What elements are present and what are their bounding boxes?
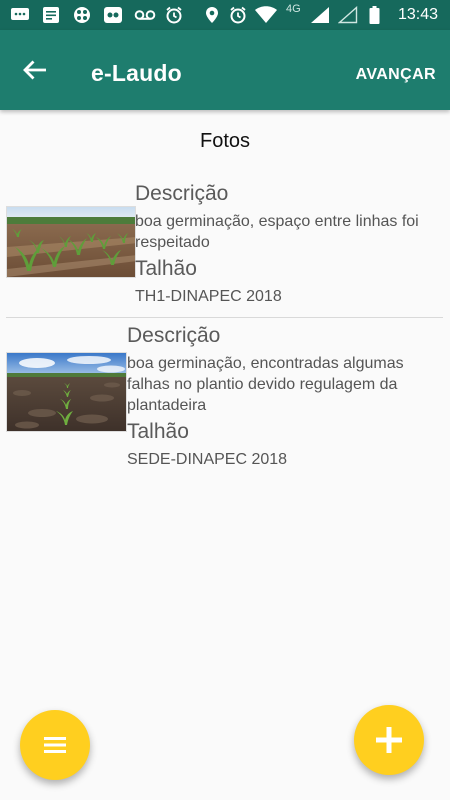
advance-button[interactable]: AVANÇAR (356, 66, 436, 84)
game-icon (102, 6, 124, 24)
description-text: boa germinação, espaço entre linhas foi … (135, 213, 419, 251)
photo-details: Descrição boa germinação, espaço entre l… (135, 182, 440, 307)
crop-photo-thumbnail (6, 352, 127, 432)
section-title: Fotos (199, 130, 251, 152)
app-bar: e-Laudo AVANÇAR (0, 30, 450, 110)
arrow-back-icon (23, 60, 46, 80)
photo-list-item[interactable]: Descrição boa germinação, espaço entre l… (0, 180, 450, 312)
message-icon (10, 6, 30, 24)
status-bar: 4G 13:43 (0, 0, 450, 30)
add-photo-fab-button[interactable] (354, 705, 424, 775)
description-text: boa germinação, encontradas algumas falh… (127, 355, 404, 414)
field-value: TH1-DINAPEC 2018 (135, 288, 282, 305)
clock: 13:43 (397, 6, 438, 23)
app-icon (72, 6, 92, 24)
location-icon (204, 6, 220, 24)
field-heading: Talhão (135, 257, 197, 280)
field-heading: Talhão (127, 420, 189, 443)
crop-photo-thumbnail (6, 206, 136, 278)
wifi-icon (254, 6, 278, 24)
app-title: e-Laudo (91, 60, 182, 86)
photo-details: Descrição boa germinação, encontradas al… (127, 324, 442, 470)
description-heading: Descrição (135, 182, 229, 205)
signal-icon (310, 6, 330, 24)
alarm-icon-2 (228, 6, 248, 24)
signal-icon-empty (338, 6, 358, 24)
plus-icon (376, 727, 402, 753)
back-button[interactable] (20, 58, 50, 82)
alarm-icon (164, 6, 184, 24)
battery-icon (368, 6, 380, 24)
photo-list-item[interactable]: Descrição boa germinação, encontradas al… (0, 322, 450, 472)
voicemail-icon (134, 6, 156, 24)
document-icon (42, 6, 60, 24)
menu-icon (44, 737, 66, 753)
network-type: 4G (286, 3, 301, 15)
field-value: SEDE-DINAPEC 2018 (127, 451, 288, 468)
description-heading: Descrição (127, 324, 221, 347)
menu-fab-button[interactable] (20, 710, 90, 780)
list-divider (6, 317, 443, 318)
